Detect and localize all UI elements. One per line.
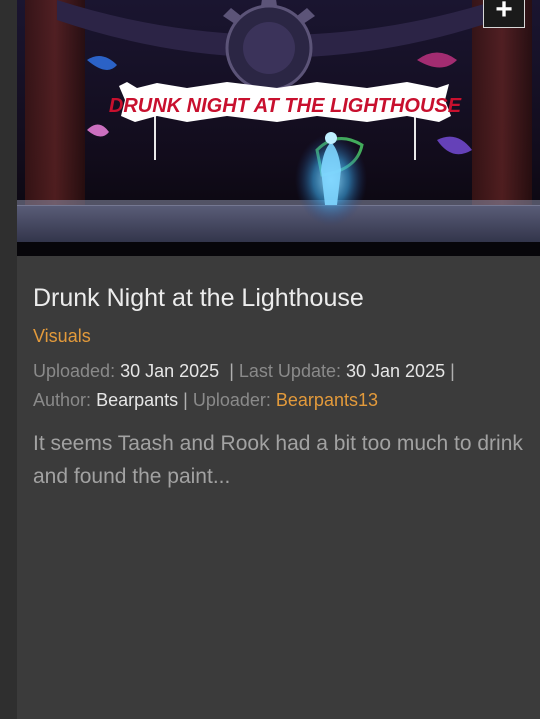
mod-details: Drunk Night at the Lighthouse Visuals Up… bbox=[17, 283, 540, 493]
page: DRUNK NIGHT AT THE LIGHTHOUSE + Drunk Ni… bbox=[0, 0, 540, 719]
uploaded-label: Uploaded: bbox=[33, 361, 116, 381]
category-link[interactable]: Visuals bbox=[33, 325, 91, 347]
plus-icon: + bbox=[495, 0, 513, 26]
uploader-link[interactable]: Bearpants13 bbox=[276, 390, 378, 410]
last-update-label: Last Update: bbox=[238, 361, 341, 381]
last-update-date: 30 Jan 2025 bbox=[346, 361, 446, 381]
author-name: Bearpants bbox=[96, 390, 179, 410]
mod-title[interactable]: Drunk Night at the Lighthouse bbox=[33, 283, 524, 313]
uploaded-date: 30 Jan 2025 bbox=[120, 361, 220, 381]
uploader-label: Uploader: bbox=[192, 390, 271, 410]
add-button[interactable]: + bbox=[483, 0, 525, 28]
mod-card[interactable]: DRUNK NIGHT AT THE LIGHTHOUSE + Drunk Ni… bbox=[17, 0, 540, 719]
meta-line-dates: Uploaded: 30 Jan 2025 | Last Update: 30 … bbox=[33, 357, 524, 386]
thumbnail-banner: DRUNK NIGHT AT THE LIGHTHOUSE bbox=[109, 95, 462, 117]
author-label: Author: bbox=[33, 390, 92, 410]
mod-meta: Uploaded: 30 Jan 2025 | Last Update: 30 … bbox=[33, 357, 524, 415]
mod-description: It seems Taash and Rook had a bit too mu… bbox=[33, 432, 523, 488]
meta-separator: | bbox=[450, 361, 455, 381]
thumbnail-banner-text: DRUNK NIGHT AT THE LIGHTHOUSE bbox=[109, 95, 462, 117]
mod-thumbnail[interactable]: DRUNK NIGHT AT THE LIGHTHOUSE + bbox=[17, 0, 540, 256]
meta-line-people: Author: Bearpants | Uploader: Bearpants1… bbox=[33, 386, 524, 415]
meta-separator: | bbox=[183, 390, 188, 410]
meta-separator: | bbox=[229, 361, 234, 381]
